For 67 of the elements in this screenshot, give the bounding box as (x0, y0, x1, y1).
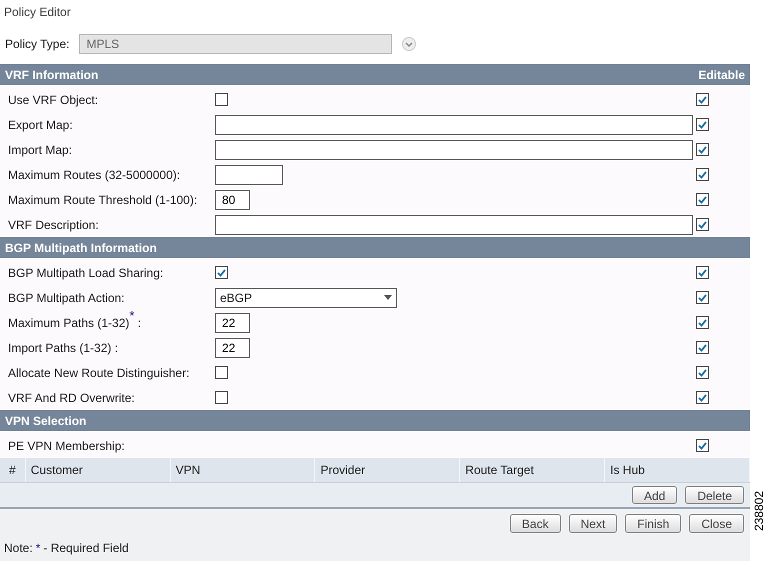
figure-number: 238802 (752, 490, 766, 531)
field-label: VRF And RD Overwrite: (8, 390, 136, 406)
check-icon (698, 268, 707, 276)
checkbox[interactable] (696, 143, 709, 156)
footer-button[interactable]: Close (689, 514, 744, 532)
field-label: VRF Description: (8, 216, 100, 234)
policy-type-field[interactable]: MPLS (79, 34, 392, 54)
checkbox[interactable] (696, 118, 709, 131)
checkbox[interactable] (696, 316, 709, 329)
check-icon (698, 442, 707, 450)
check-icon (698, 344, 707, 352)
dropdown[interactable]: eBGP (215, 288, 397, 308)
check-icon (698, 196, 707, 204)
check-icon (698, 146, 707, 154)
check-icon (698, 120, 707, 128)
field-label: Allocate New Route Distinguisher: (8, 364, 190, 382)
checkbox[interactable] (215, 391, 228, 404)
checkbox[interactable] (696, 341, 709, 354)
table-button[interactable]: Delete (685, 486, 744, 504)
required-note: Note: * - Required Field (3, 540, 130, 557)
input-field[interactable]: 80 (215, 190, 250, 210)
field-label: Import Paths (1-32) : (8, 340, 120, 356)
checkbox[interactable] (215, 93, 228, 106)
checkbox[interactable] (696, 93, 709, 106)
check-icon (698, 170, 707, 178)
caret-icon (384, 295, 392, 300)
field-label: Maximum Routes (32-5000000): (8, 166, 182, 184)
input-field[interactable]: 22 (215, 338, 250, 358)
input-field[interactable] (215, 214, 693, 234)
checkbox[interactable] (696, 168, 709, 181)
input-field[interactable] (215, 114, 693, 134)
field-label: Policy Type: (5, 36, 70, 53)
field-label: Export Map: (8, 116, 74, 134)
checkbox[interactable] (696, 366, 709, 379)
check-icon (698, 318, 707, 326)
checkbox[interactable] (696, 218, 709, 231)
check-icon (698, 220, 707, 228)
checkbox[interactable] (696, 391, 709, 404)
check-icon (698, 96, 707, 104)
footer-button[interactable]: Next (568, 514, 618, 532)
input-field[interactable]: 22 (215, 312, 250, 332)
check-icon (698, 368, 707, 376)
field-label: Use VRF Object: (8, 92, 100, 108)
footer-button[interactable]: Back (510, 514, 561, 532)
section-header: VRF Information Editable (0, 64, 750, 85)
checkbox[interactable] (215, 366, 228, 379)
footer-button[interactable]: Finish (625, 514, 682, 532)
input-field[interactable] (215, 140, 693, 160)
checkbox[interactable] (696, 439, 709, 452)
checkbox[interactable] (215, 266, 228, 279)
field-label: BGP Multipath Load Sharing: (8, 264, 164, 282)
page-title: Policy Editor (4, 4, 71, 21)
field-label: Import Map: (8, 142, 74, 158)
checkbox[interactable] (696, 266, 709, 279)
input-field[interactable] (215, 164, 283, 184)
section-header: BGP Multipath Information (0, 237, 750, 258)
check-icon (698, 394, 707, 402)
field-label: PE VPN Membership: (8, 438, 126, 454)
check-icon (217, 268, 226, 276)
field-label: Maximum Route Threshold (1-100): (8, 192, 198, 208)
checkbox[interactable] (696, 291, 709, 304)
table-button[interactable]: Add (632, 486, 678, 504)
chevron-down-icon[interactable] (402, 37, 416, 51)
section-header: VPN Selection (0, 410, 750, 431)
field-label: BGP Multipath Action: (8, 290, 126, 306)
check-icon (698, 294, 707, 302)
checkbox[interactable] (696, 193, 709, 206)
